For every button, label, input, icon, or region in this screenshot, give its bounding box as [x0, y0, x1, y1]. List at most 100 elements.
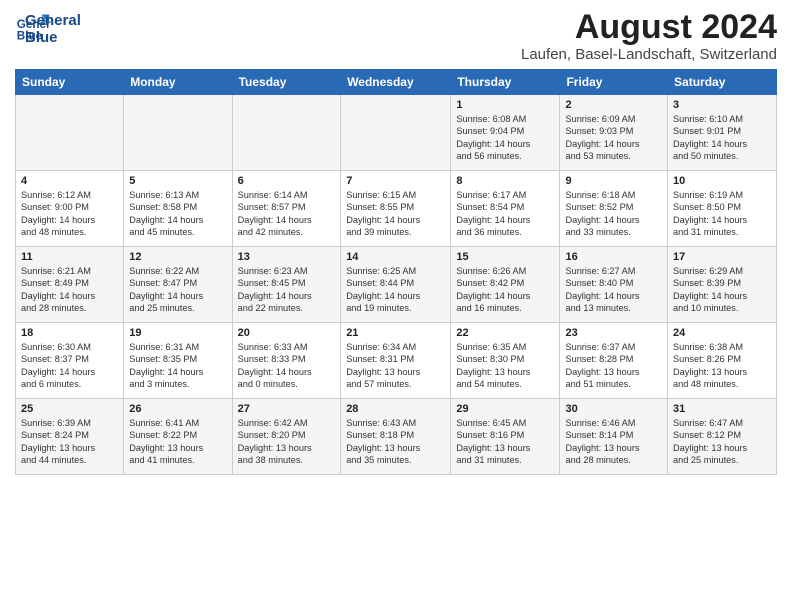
day-info: Sunrise: 6:39 AM Sunset: 8:24 PM Dayligh… [21, 417, 118, 467]
calendar-cell: 5 Sunrise: 6:13 AM Sunset: 8:58 PM Daylig… [124, 171, 232, 247]
day-number: 25 [21, 403, 118, 415]
week-row-2: 4Sunrise: 6:12 AM Sunset: 9:00 PM Daylig… [16, 171, 777, 247]
day-header-tuesday: Tuesday [232, 70, 341, 95]
calendar-cell: 25 Sunrise: 6:39 AM Sunset: 8:24 PM Dayli… [16, 399, 124, 475]
day-info: Sunrise: 6:30 AM Sunset: 8:37 PM Dayligh… [21, 341, 118, 391]
calendar-cell: 10 Sunrise: 6:19 AM Sunset: 8:50 PM Dayli… [668, 171, 777, 247]
week-row-1: 1 Sunrise: 6:08 AM Sunset: 9:04 PM Daylig… [16, 95, 777, 171]
calendar-cell: 21 Sunrise: 6:34 AM Sunset: 8:31 PM Dayli… [341, 323, 451, 399]
day-number: 7 [346, 175, 445, 187]
day-info: Sunrise: 6:21 AM Sunset: 8:49 PM Dayligh… [21, 265, 118, 315]
day-info: Sunrise: 6:12 AM Sunset: 9:00 PM Dayligh… [21, 189, 118, 239]
day-info: Sunrise: 6:10 AM Sunset: 9:01 PM Dayligh… [673, 113, 771, 163]
day-number: 6 [238, 175, 336, 187]
day-info: Sunrise: 6:22 AM Sunset: 8:47 PM Dayligh… [129, 265, 226, 315]
day-number: 14 [346, 251, 445, 263]
day-number: 29 [456, 403, 554, 415]
calendar-header-row: SundayMondayTuesdayWednesdayThursdayFrid… [16, 70, 777, 95]
day-info: Sunrise: 6:23 AM Sunset: 8:45 PM Dayligh… [238, 265, 336, 315]
calendar-cell: 8Sunrise: 6:17 AM Sunset: 8:54 PM Daylig… [451, 171, 560, 247]
calendar-cell: 30 Sunrise: 6:46 AM Sunset: 8:14 PM Dayli… [560, 399, 668, 475]
day-number: 12 [129, 251, 226, 263]
day-info: Sunrise: 6:26 AM Sunset: 8:42 PM Dayligh… [456, 265, 554, 315]
day-number: 15 [456, 251, 554, 263]
day-info: Sunrise: 6:13 AM Sunset: 8:58 PM Dayligh… [129, 189, 226, 239]
day-info: Sunrise: 6:31 AM Sunset: 8:35 PM Dayligh… [129, 341, 226, 391]
day-info: Sunrise: 6:08 AM Sunset: 9:04 PM Dayligh… [456, 113, 554, 163]
calendar-cell: 9 Sunrise: 6:18 AM Sunset: 8:52 PM Daylig… [560, 171, 668, 247]
day-number: 27 [238, 403, 336, 415]
calendar-cell: 3 Sunrise: 6:10 AM Sunset: 9:01 PM Daylig… [668, 95, 777, 171]
day-info: Sunrise: 6:14 AM Sunset: 8:57 PM Dayligh… [238, 189, 336, 239]
calendar-cell: 27 Sunrise: 6:42 AM Sunset: 8:20 PM Dayli… [232, 399, 341, 475]
day-number: 22 [456, 327, 554, 339]
day-header-wednesday: Wednesday [341, 70, 451, 95]
day-info: Sunrise: 6:17 AM Sunset: 8:54 PM Dayligh… [456, 189, 554, 239]
day-header-sunday: Sunday [16, 70, 124, 95]
day-info: Sunrise: 6:43 AM Sunset: 8:18 PM Dayligh… [346, 417, 445, 467]
day-info: Sunrise: 6:19 AM Sunset: 8:50 PM Dayligh… [673, 189, 771, 239]
day-info: Sunrise: 6:46 AM Sunset: 8:14 PM Dayligh… [565, 417, 662, 467]
day-info: Sunrise: 6:33 AM Sunset: 8:33 PM Dayligh… [238, 341, 336, 391]
calendar-cell: 11 Sunrise: 6:21 AM Sunset: 8:49 PM Dayli… [16, 247, 124, 323]
calendar-cell: 4Sunrise: 6:12 AM Sunset: 9:00 PM Daylig… [16, 171, 124, 247]
calendar-cell: 29Sunrise: 6:45 AM Sunset: 8:16 PM Dayli… [451, 399, 560, 475]
calendar-cell: 28 Sunrise: 6:43 AM Sunset: 8:18 PM Dayli… [341, 399, 451, 475]
day-number: 2 [565, 99, 662, 111]
calendar-table: SundayMondayTuesdayWednesdayThursdayFrid… [15, 69, 777, 475]
location-title: Laufen, Basel-Landschaft, Switzerland [521, 46, 777, 63]
calendar-cell [124, 95, 232, 171]
calendar-cell: 19 Sunrise: 6:31 AM Sunset: 8:35 PM Dayli… [124, 323, 232, 399]
day-number: 19 [129, 327, 226, 339]
logo: General Blue General Blue [15, 10, 81, 46]
day-number: 21 [346, 327, 445, 339]
day-number: 9 [565, 175, 662, 187]
calendar-cell: 26 Sunrise: 6:41 AM Sunset: 8:22 PM Dayli… [124, 399, 232, 475]
day-number: 5 [129, 175, 226, 187]
day-number: 31 [673, 403, 771, 415]
day-number: 24 [673, 327, 771, 339]
day-info: Sunrise: 6:42 AM Sunset: 8:20 PM Dayligh… [238, 417, 336, 467]
day-number: 17 [673, 251, 771, 263]
day-info: Sunrise: 6:38 AM Sunset: 8:26 PM Dayligh… [673, 341, 771, 391]
logo-line2: Blue [25, 29, 81, 46]
day-info: Sunrise: 6:15 AM Sunset: 8:55 PM Dayligh… [346, 189, 445, 239]
day-info: Sunrise: 6:47 AM Sunset: 8:12 PM Dayligh… [673, 417, 771, 467]
calendar-cell: 16 Sunrise: 6:27 AM Sunset: 8:40 PM Dayli… [560, 247, 668, 323]
calendar-cell: 1 Sunrise: 6:08 AM Sunset: 9:04 PM Daylig… [451, 95, 560, 171]
calendar-cell: 17Sunrise: 6:29 AM Sunset: 8:39 PM Dayli… [668, 247, 777, 323]
week-row-4: 18Sunrise: 6:30 AM Sunset: 8:37 PM Dayli… [16, 323, 777, 399]
day-info: Sunrise: 6:35 AM Sunset: 8:30 PM Dayligh… [456, 341, 554, 391]
calendar-cell: 7 Sunrise: 6:15 AM Sunset: 8:55 PM Daylig… [341, 171, 451, 247]
day-number: 30 [565, 403, 662, 415]
calendar-cell [341, 95, 451, 171]
day-info: Sunrise: 6:34 AM Sunset: 8:31 PM Dayligh… [346, 341, 445, 391]
day-number: 26 [129, 403, 226, 415]
day-header-friday: Friday [560, 70, 668, 95]
day-info: Sunrise: 6:41 AM Sunset: 8:22 PM Dayligh… [129, 417, 226, 467]
calendar-cell: 14 Sunrise: 6:25 AM Sunset: 8:44 PM Dayli… [341, 247, 451, 323]
week-row-3: 11 Sunrise: 6:21 AM Sunset: 8:49 PM Dayli… [16, 247, 777, 323]
calendar-cell: 12 Sunrise: 6:22 AM Sunset: 8:47 PM Dayli… [124, 247, 232, 323]
calendar-cell: 6 Sunrise: 6:14 AM Sunset: 8:57 PM Daylig… [232, 171, 341, 247]
day-number: 16 [565, 251, 662, 263]
week-row-5: 25 Sunrise: 6:39 AM Sunset: 8:24 PM Dayli… [16, 399, 777, 475]
day-info: Sunrise: 6:27 AM Sunset: 8:40 PM Dayligh… [565, 265, 662, 315]
day-number: 3 [673, 99, 771, 111]
day-info: Sunrise: 6:37 AM Sunset: 8:28 PM Dayligh… [565, 341, 662, 391]
main-container: General Blue General Blue August 2024 La… [0, 0, 792, 480]
day-number: 28 [346, 403, 445, 415]
day-number: 1 [456, 99, 554, 111]
calendar-cell: 22 Sunrise: 6:35 AM Sunset: 8:30 PM Dayli… [451, 323, 560, 399]
calendar-cell [16, 95, 124, 171]
calendar-cell: 20Sunrise: 6:33 AM Sunset: 8:33 PM Dayli… [232, 323, 341, 399]
header: General Blue General Blue August 2024 La… [15, 10, 777, 63]
day-number: 10 [673, 175, 771, 187]
calendar-cell: 24 Sunrise: 6:38 AM Sunset: 8:26 PM Dayli… [668, 323, 777, 399]
day-number: 11 [21, 251, 118, 263]
calendar-cell: 15 Sunrise: 6:26 AM Sunset: 8:42 PM Dayli… [451, 247, 560, 323]
day-info: Sunrise: 6:25 AM Sunset: 8:44 PM Dayligh… [346, 265, 445, 315]
calendar-cell: 31 Sunrise: 6:47 AM Sunset: 8:12 PM Dayli… [668, 399, 777, 475]
day-number: 13 [238, 251, 336, 263]
day-info: Sunrise: 6:18 AM Sunset: 8:52 PM Dayligh… [565, 189, 662, 239]
